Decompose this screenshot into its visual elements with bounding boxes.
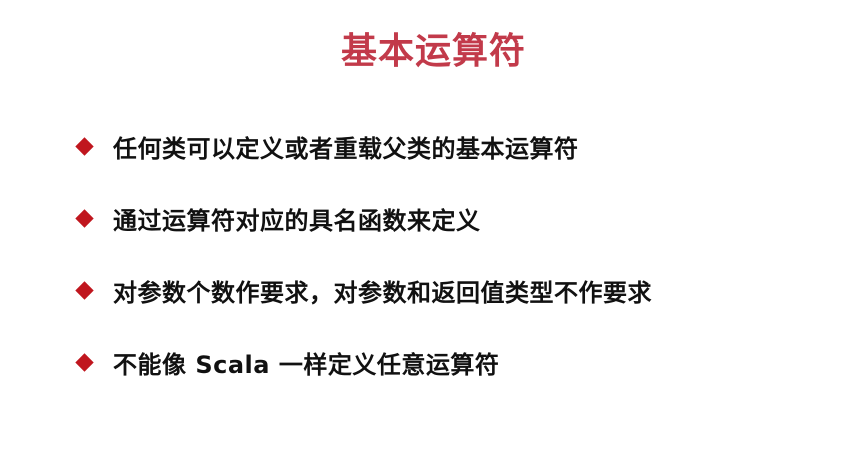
diamond-bullet-icon (75, 136, 94, 156)
bullet-item: 对参数个数作要求，对参数和返回值类型不作要求 (74, 262, 854, 318)
slide-title: 基本运算符 (340, 31, 526, 72)
bullet-item: 通过运算符对应的具名函数来定义 (74, 190, 854, 246)
diamond-bullet-icon (75, 208, 94, 228)
bullet-text: 任何类可以定义或者重载父类的基本运算符 (113, 134, 579, 163)
diamond-bullet-icon (75, 352, 94, 372)
bullet-text: 通过运算符对应的具名函数来定义 (113, 206, 481, 235)
bullet-text: 对参数个数作要求，对参数和返回值类型不作要求 (113, 278, 652, 307)
bullet-text: 不能像 Scala 一样定义任意运算符 (113, 350, 500, 379)
bullet-item: 任何类可以定义或者重载父类的基本运算符 (74, 118, 854, 174)
diamond-bullet-icon (75, 280, 94, 300)
slide: 基本运算符 任何类可以定义或者重载父类的基本运算符 通过运算符对应的具名函数来定… (0, 0, 867, 461)
bullet-item: 不能像 Scala 一样定义任意运算符 (74, 334, 854, 390)
bullet-list: 任何类可以定义或者重载父类的基本运算符 通过运算符对应的具名函数来定义 对参数个… (74, 118, 854, 406)
